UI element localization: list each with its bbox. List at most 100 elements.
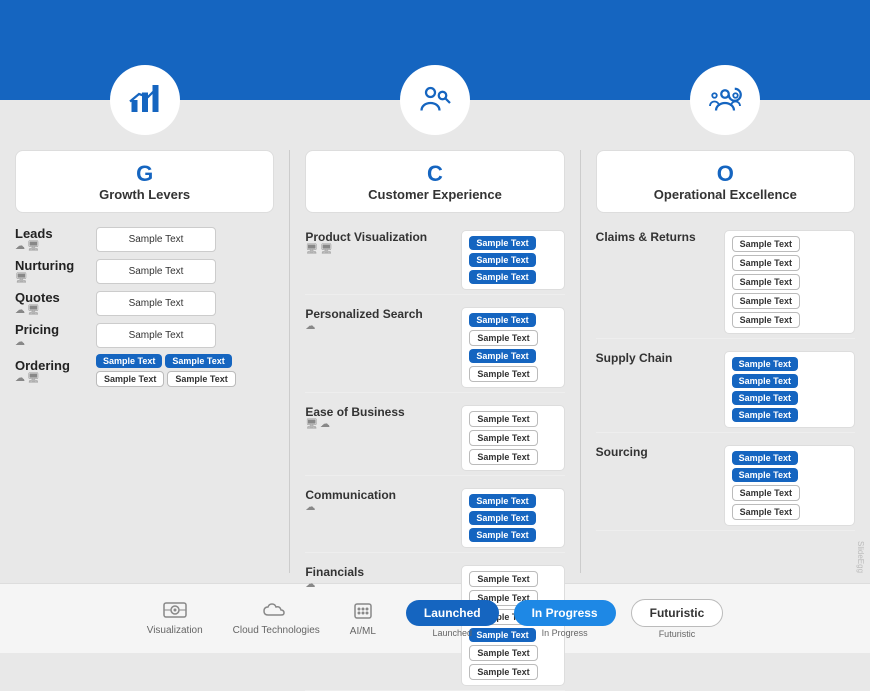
ps-badge-1: Sample Text [469, 313, 535, 327]
watermark: SlideEgg [856, 541, 865, 573]
ease-of-business-row: Ease of Business 🖥 ☁ Sample Text Sample … [305, 401, 564, 476]
launched-legend: Launched Launched [406, 600, 499, 638]
operational-excellence-header: O Operational Excellence [596, 150, 855, 213]
financials-label: Financials [305, 565, 455, 579]
launched-button[interactable]: Launched [406, 600, 499, 626]
customer-exp-header: C Customer Experience [305, 150, 564, 213]
aiml-footer-item: AI/ML [350, 600, 376, 637]
sc-badge-4: Sample Text [732, 408, 798, 422]
ordering-badge-1: Sample Text [96, 354, 162, 368]
quotes-icons: ☁ 🖥 [15, 305, 90, 316]
main-content: G Growth Levers Leads ☁ 🖥 Sample Text Nu… [0, 100, 870, 583]
pv-badge-3: Sample Text [469, 270, 535, 284]
cr-badge-1: Sample Text [732, 236, 800, 252]
communication-icons: ☁ [305, 502, 455, 513]
sourcing-label: Sourcing [596, 445, 716, 459]
futuristic-button[interactable]: Futuristic [631, 599, 724, 627]
claims-returns-label: Claims & Returns [596, 230, 716, 244]
claims-returns-badges: Sample Text Sample Text Sample Text Samp… [724, 230, 855, 334]
operational-icon-circle [690, 65, 760, 135]
nurturing-row: Nurturing 🖥 Sample Text [15, 258, 274, 284]
nurturing-icons: 🖥 [15, 273, 90, 284]
sc-badge-1: Sample Text [732, 357, 798, 371]
monitor-icon-6: 🖥 [320, 244, 333, 255]
cr-badge-5: Sample Text [732, 312, 800, 328]
sourcing-row: Sourcing Sample Text Sample Text Sample … [596, 441, 855, 531]
sou-badge-2: Sample Text [732, 468, 798, 482]
leads-icons: ☁ 🖥 [15, 241, 90, 252]
personalized-search-badges: Sample Text Sample Text Sample Text Samp… [461, 307, 564, 388]
cloud-icon-8: ☁ [305, 579, 315, 590]
quotes-label: Quotes [15, 290, 90, 305]
footer-legend: Launched Launched In Progress In Progres… [406, 599, 723, 639]
personalized-search-label: Personalized Search [305, 307, 455, 321]
launched-legend-label: Launched [432, 628, 472, 638]
pricing-icons: ☁ [15, 337, 90, 348]
eob-badge-3: Sample Text [469, 449, 537, 465]
ps-badge-4: Sample Text [469, 366, 537, 382]
cloud-tech-footer-label: Cloud Technologies [233, 625, 320, 636]
monitor-icon-5: 🖥 [305, 244, 318, 255]
visualization-footer-label: Visualization [147, 625, 203, 636]
pricing-badge[interactable]: Sample Text [96, 323, 216, 348]
cr-badge-4: Sample Text [732, 293, 800, 309]
ease-of-business-icons: 🖥 ☁ [305, 419, 455, 430]
in-progress-legend-label: In Progress [542, 628, 588, 638]
monitor-icon: 🖥 [27, 241, 40, 252]
ordering-badge-2: Sample Text [165, 354, 231, 368]
pricing-row: Pricing ☁ Sample Text [15, 322, 274, 348]
futuristic-legend-label: Futuristic [659, 629, 696, 639]
quotes-badge[interactable]: Sample Text [96, 291, 216, 316]
ps-badge-2: Sample Text [469, 330, 537, 346]
operational-excellence-column: O Operational Excellence Claims & Return… [596, 150, 855, 573]
supply-chain-badges: Sample Text Sample Text Sample Text Samp… [724, 351, 855, 428]
cloud-icon-7: ☁ [305, 502, 315, 513]
people-search-icon [417, 82, 453, 118]
customer-exp-letter: C [316, 161, 553, 187]
cloud-icon: ☁ [15, 241, 25, 252]
in-progress-legend: In Progress In Progress [514, 600, 616, 638]
sc-badge-3: Sample Text [732, 391, 798, 405]
ordering-badge-4: Sample Text [167, 371, 235, 387]
ease-of-business-badges: Sample Text Sample Text Sample Text [461, 405, 564, 471]
ps-badge-3: Sample Text [469, 349, 535, 363]
gear-people-icon [707, 82, 743, 118]
cr-badge-2: Sample Text [732, 255, 800, 271]
monitor-icon-2: 🖥 [15, 273, 28, 284]
bar-chart-icon [127, 82, 163, 118]
fin-badge-1: Sample Text [469, 571, 537, 587]
growth-levers-letter: G [26, 161, 263, 187]
visualization-icon [163, 601, 187, 621]
eob-badge-2: Sample Text [469, 430, 537, 446]
personalized-search-row: Personalized Search ☁ Sample Text Sample… [305, 303, 564, 393]
pv-badge-1: Sample Text [469, 236, 535, 250]
ordering-badge-3: Sample Text [96, 371, 164, 387]
nurturing-badge[interactable]: Sample Text [96, 259, 216, 284]
growth-levers-body: Leads ☁ 🖥 Sample Text Nurturing 🖥 Sample… [15, 226, 274, 387]
monitor-icon-3: 🖥 [27, 305, 40, 316]
aiml-icon [351, 600, 375, 622]
customer-exp-icon-circle [400, 65, 470, 135]
communication-label: Communication [305, 488, 455, 502]
product-viz-row: Product Visualization 🖥 🖥 Sample Text Sa… [305, 226, 564, 295]
growth-levers-column: G Growth Levers Leads ☁ 🖥 Sample Text Nu… [15, 150, 274, 573]
in-progress-button[interactable]: In Progress [514, 600, 616, 626]
leads-label: Leads [15, 226, 90, 241]
pricing-label: Pricing [15, 322, 90, 337]
sourcing-badges: Sample Text Sample Text Sample Text Samp… [724, 445, 855, 526]
ordering-badges: Sample Text Sample Text Sample Text Samp… [96, 354, 274, 387]
ease-of-business-label: Ease of Business [305, 405, 455, 419]
nurturing-label: Nurturing [15, 258, 90, 273]
comm-badge-2: Sample Text [469, 511, 535, 525]
sou-badge-3: Sample Text [732, 485, 800, 501]
operational-excellence-title: Operational Excellence [607, 187, 844, 202]
fin-badge-5: Sample Text [469, 645, 537, 661]
growth-levers-header: G Growth Levers [15, 150, 274, 213]
personalized-search-icons: ☁ [305, 321, 455, 332]
leads-badge[interactable]: Sample Text [96, 227, 216, 252]
aiml-footer-label: AI/ML [350, 626, 376, 637]
sc-badge-2: Sample Text [732, 374, 798, 388]
eob-badge-1: Sample Text [469, 411, 537, 427]
supply-chain-label: Supply Chain [596, 351, 716, 365]
product-viz-badges: Sample Text Sample Text Sample Text [461, 230, 564, 290]
